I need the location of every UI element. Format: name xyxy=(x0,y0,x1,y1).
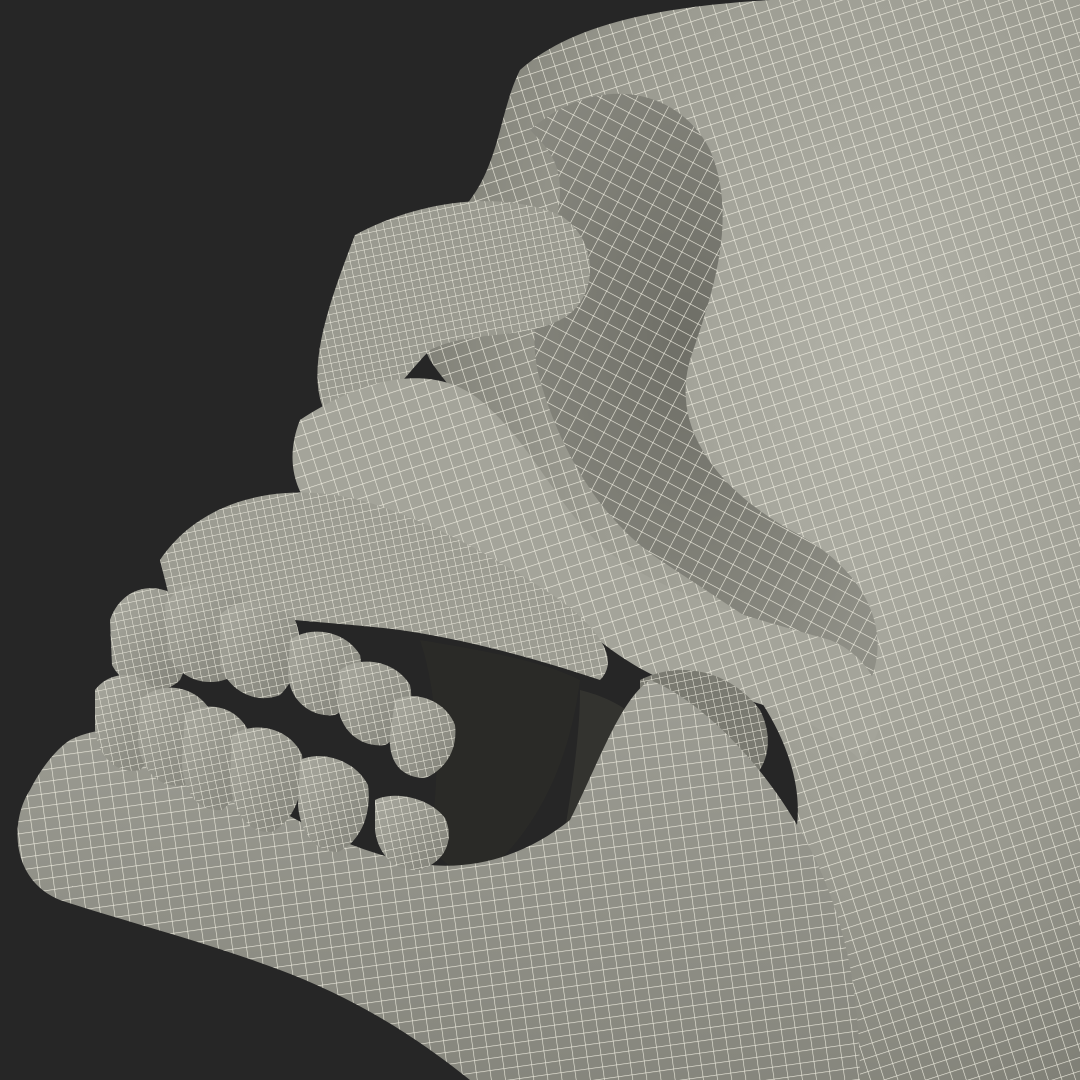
skull-wireframe-render xyxy=(0,0,1080,1080)
render-viewport xyxy=(0,0,1080,1080)
upper-tooth xyxy=(220,602,300,699)
